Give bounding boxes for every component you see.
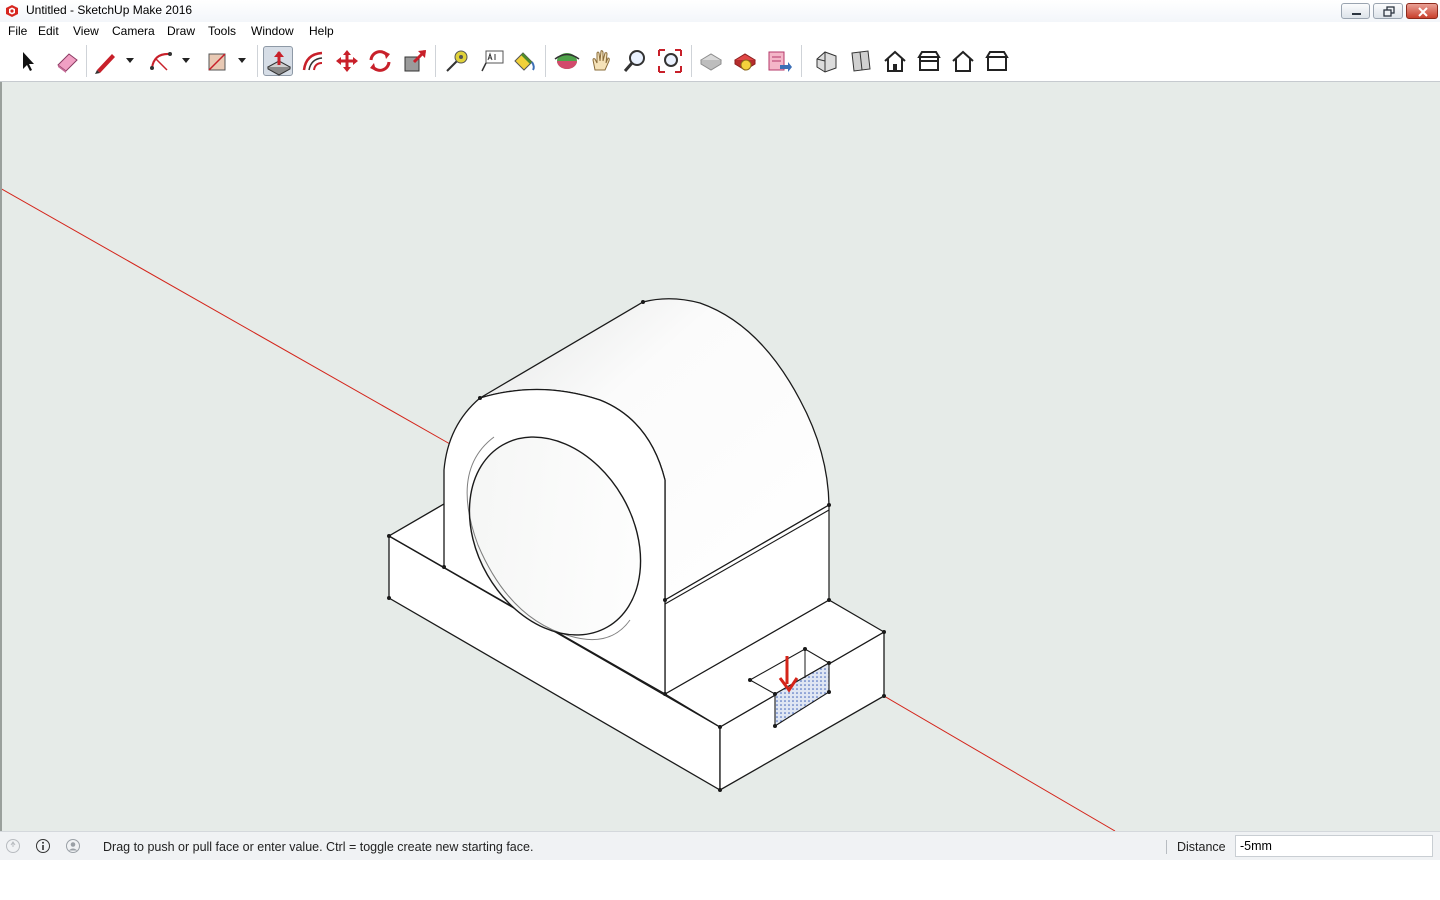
chevron-down-icon[interactable]	[180, 54, 192, 66]
extension-warehouse-icon	[734, 53, 756, 71]
orbit-icon	[554, 53, 580, 69]
tape-measure-icon	[446, 50, 468, 72]
3d-warehouse-button[interactable]	[696, 46, 726, 76]
move-tool-button[interactable]	[332, 46, 362, 76]
iso-view-icon	[816, 51, 837, 73]
red-axis-line	[2, 188, 451, 445]
rotate-icon	[369, 50, 391, 72]
pan-icon	[592, 50, 610, 71]
status-message: Drag to push or pull face or enter value…	[103, 840, 534, 854]
back-view-button[interactable]	[948, 46, 978, 76]
left-view-icon	[985, 51, 1009, 71]
warehouse-icon	[700, 53, 722, 71]
tape-measure-tool-button[interactable]	[442, 46, 472, 76]
push-pull-icon	[266, 51, 292, 76]
status-bar: Drag to push or pull face or enter value…	[0, 831, 1440, 860]
left-view-button[interactable]	[982, 46, 1012, 76]
measurements-input[interactable]	[1235, 835, 1433, 857]
rectangle-tool-button[interactable]	[202, 46, 232, 76]
restore-button[interactable]	[1373, 3, 1403, 19]
iso-view-button[interactable]	[812, 46, 842, 76]
eraser-icon	[57, 53, 78, 73]
arc-tool-button[interactable]	[146, 46, 176, 76]
menu-tools[interactable]: Tools	[208, 24, 236, 38]
zoom-icon	[623, 50, 645, 72]
paint-bucket-icon	[514, 52, 535, 71]
menu-window[interactable]: Window	[251, 24, 294, 38]
scale-tool-button[interactable]	[400, 46, 430, 76]
menu-edit[interactable]: Edit	[38, 24, 59, 38]
rotate-tool-button[interactable]	[365, 46, 395, 76]
status-divider	[1166, 840, 1167, 854]
user-account-icon[interactable]	[65, 838, 81, 854]
top-view-button[interactable]	[846, 46, 876, 76]
offset-icon	[302, 51, 323, 71]
offset-tool-button[interactable]	[298, 46, 328, 76]
toolbar-separator	[257, 45, 258, 77]
restore-icon	[1383, 6, 1395, 17]
zoom-tool-button[interactable]	[620, 46, 650, 76]
send-to-layout-button[interactable]	[764, 46, 794, 76]
select-tool-button[interactable]	[12, 46, 42, 76]
toolbar-separator	[691, 45, 692, 77]
rectangle-icon	[208, 53, 226, 71]
move-icon	[336, 50, 358, 72]
line-tool-button[interactable]	[90, 46, 120, 76]
text-tool-button[interactable]	[477, 46, 507, 76]
top-view-icon	[851, 50, 871, 72]
zoom-extents-tool-button[interactable]	[655, 46, 685, 76]
toolbar-separator	[435, 45, 436, 77]
menu-bar: File Edit View Camera Draw Tools Window …	[0, 22, 1440, 41]
minimize-button[interactable]	[1341, 3, 1370, 19]
model-canvas[interactable]	[0, 82, 1440, 831]
text-icon	[481, 50, 504, 72]
sketchup-logo-icon	[6, 5, 18, 17]
menu-draw[interactable]: Draw	[167, 24, 195, 38]
window-bottom-area	[0, 860, 1440, 900]
close-button[interactable]	[1406, 3, 1438, 19]
menu-help[interactable]: Help	[309, 24, 334, 38]
title-bar: Untitled - SketchUp Make 2016	[0, 0, 1440, 23]
front-view-icon	[884, 50, 906, 72]
chevron-down-icon[interactable]	[124, 54, 136, 66]
menu-view[interactable]: View	[73, 24, 99, 38]
window-title: Untitled - SketchUp Make 2016	[26, 3, 193, 17]
pencil-line-icon	[95, 54, 115, 74]
right-view-icon	[917, 51, 941, 71]
geo-location-icon[interactable]	[5, 838, 21, 854]
push-pull-tool-button[interactable]	[263, 46, 293, 76]
extension-warehouse-button[interactable]	[730, 46, 760, 76]
pan-tool-button[interactable]	[586, 46, 616, 76]
back-view-icon	[952, 50, 974, 72]
red-axis-line	[883, 695, 1116, 831]
front-view-button[interactable]	[880, 46, 910, 76]
toolbar-separator	[86, 45, 87, 77]
orbit-tool-button[interactable]	[552, 46, 582, 76]
arc-icon	[150, 52, 172, 71]
menu-camera[interactable]: Camera	[112, 24, 155, 38]
layout-send-icon	[768, 51, 792, 72]
minimize-icon	[1352, 13, 1361, 15]
toolbar-separator	[545, 45, 546, 77]
close-icon	[1418, 7, 1428, 17]
menu-file[interactable]: File	[8, 24, 27, 38]
paint-bucket-tool-button[interactable]	[508, 46, 538, 76]
eraser-tool-button[interactable]	[52, 46, 82, 76]
info-icon[interactable]	[35, 838, 51, 854]
toolbar	[0, 41, 1440, 82]
toolbar-separator	[801, 45, 802, 77]
measurements-label: Distance	[1177, 840, 1226, 854]
zoom-extents-icon	[658, 49, 682, 73]
scale-icon	[404, 49, 427, 72]
drawing-viewport[interactable]	[0, 82, 1440, 831]
select-icon	[23, 52, 34, 71]
chevron-down-icon[interactable]	[236, 54, 248, 66]
right-view-button[interactable]	[914, 46, 944, 76]
